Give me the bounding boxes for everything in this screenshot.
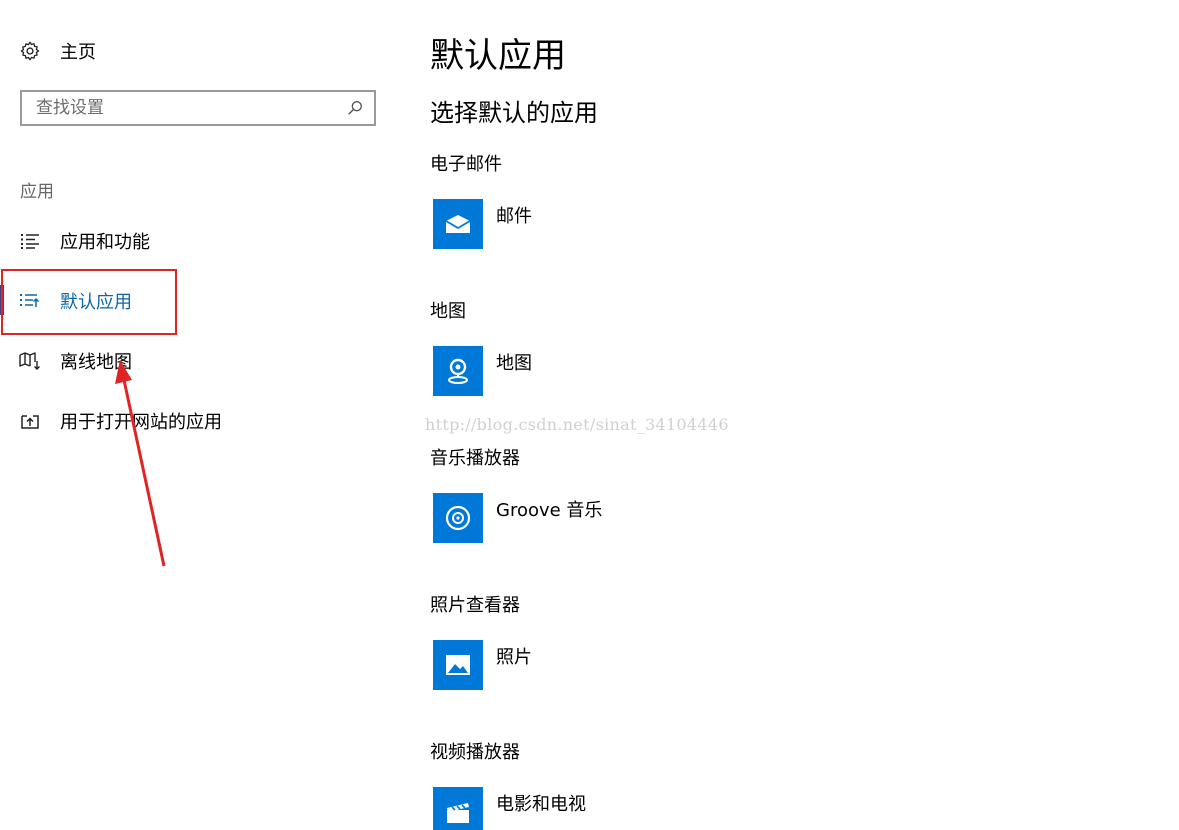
- app-name: 电影和电视: [496, 794, 586, 815]
- search-box: [20, 90, 376, 126]
- sidebar-item-apps-features[interactable]: 应用和功能: [0, 219, 380, 263]
- category-label-music: 音乐播放器: [430, 448, 520, 469]
- app-name: 照片: [496, 647, 532, 668]
- photos-icon: [433, 640, 483, 690]
- default-app-maps[interactable]: 地图: [433, 346, 733, 398]
- search-input[interactable]: [22, 93, 342, 123]
- app-name: 邮件: [496, 206, 532, 227]
- category-label-maps: 地图: [430, 301, 466, 322]
- movies-tv-icon: [433, 787, 483, 830]
- section-heading: 选择默认的应用: [430, 99, 598, 127]
- default-app-email[interactable]: 邮件: [433, 199, 733, 251]
- sidebar-item-label: 用于打开网站的应用: [60, 412, 222, 433]
- category-label-email: 电子邮件: [430, 154, 502, 175]
- default-app-photos[interactable]: 照片: [433, 640, 733, 692]
- default-app-video[interactable]: 电影和电视: [433, 787, 733, 830]
- section-label-apps: 应用: [20, 182, 54, 202]
- sidebar-item-offline-maps[interactable]: 离线地图: [0, 339, 380, 383]
- page-title: 默认应用: [430, 36, 566, 76]
- open-website-icon: [19, 410, 41, 432]
- search-icon[interactable]: [342, 95, 368, 121]
- mail-icon: [433, 199, 483, 249]
- default-app-music[interactable]: Groove 音乐: [433, 493, 733, 545]
- groove-music-icon: [433, 493, 483, 543]
- annotation-highlight-box: [1, 269, 177, 335]
- sidebar-item-label: 离线地图: [60, 352, 132, 373]
- app-name: 地图: [496, 353, 532, 374]
- sidebar: 主页 应用 应用和功能: [0, 0, 400, 830]
- sidebar-item-websites-apps[interactable]: 用于打开网站的应用: [0, 399, 380, 443]
- maps-icon: [433, 346, 483, 396]
- app-name: Groove 音乐: [496, 500, 603, 521]
- home-nav-item[interactable]: 主页: [18, 36, 96, 66]
- sidebar-item-label: 应用和功能: [60, 232, 150, 253]
- list-icon: [19, 230, 41, 252]
- home-label: 主页: [60, 42, 96, 63]
- category-label-photos: 照片查看器: [430, 595, 520, 616]
- gear-icon: [18, 39, 42, 63]
- watermark: http://blog.csdn.net/sinat_34104446: [425, 415, 729, 434]
- offline-map-icon: [19, 350, 41, 372]
- category-label-video: 视频播放器: [430, 742, 520, 763]
